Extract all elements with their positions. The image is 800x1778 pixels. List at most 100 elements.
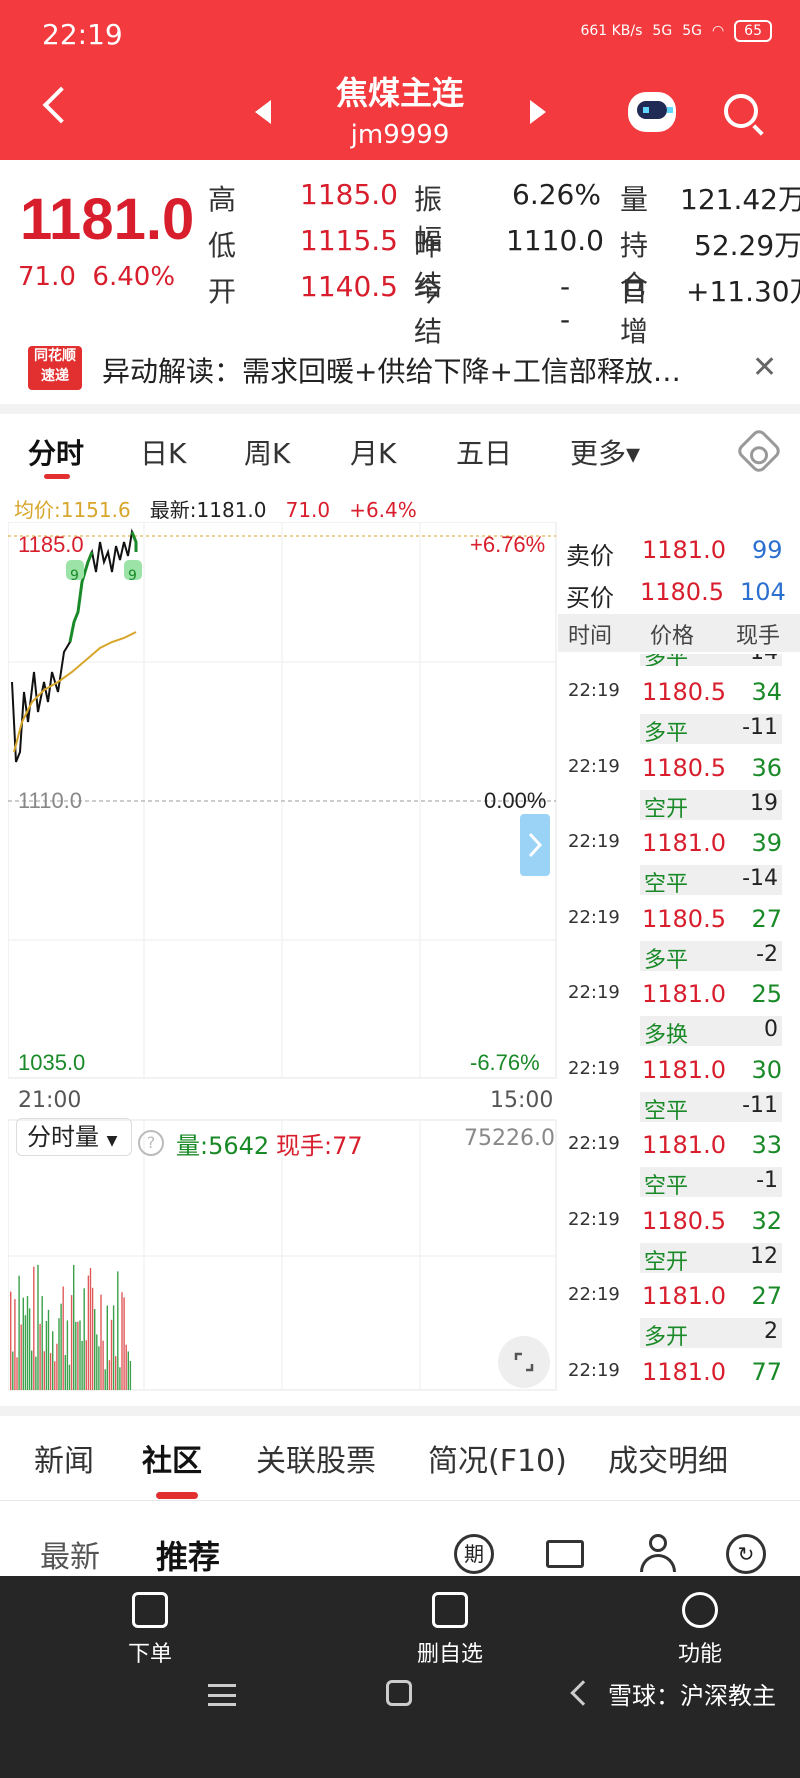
trade-row: 22:19 1181.0 77 xyxy=(558,1358,800,1428)
robot-assistant-icon[interactable] xyxy=(628,92,676,132)
ticker-text[interactable]: 异动解读：需求回暖+供给下降+工信部释放… xyxy=(102,350,722,390)
tab-f10[interactable]: 简况(F10) xyxy=(428,1436,567,1480)
battery-icon: 65 xyxy=(734,20,772,42)
volume-bar xyxy=(12,1351,14,1390)
latest-price: 最新:1181.0 xyxy=(149,498,267,522)
tab-five-day[interactable]: 五日 xyxy=(456,432,512,472)
bottom-tab-indicator xyxy=(156,1492,198,1499)
chart-high-pct: +6.76% xyxy=(470,532,546,557)
change-value: 71.0 xyxy=(18,262,76,292)
search-icon[interactable] xyxy=(724,94,758,128)
time-end: 15:00 xyxy=(490,1088,554,1113)
volume-bar xyxy=(58,1318,60,1390)
trade-type-box: 空平 -11 xyxy=(640,1091,782,1124)
volume-bar xyxy=(100,1294,102,1390)
trade-type: 空平 xyxy=(644,1174,689,1199)
trade-type-box: 空平 -1 xyxy=(640,1167,782,1199)
tab-indicator xyxy=(44,474,70,479)
menu-circle-icon xyxy=(682,1592,718,1628)
chart-mid-pct: 0.00% xyxy=(484,788,547,813)
nav-menu-icon[interactable] xyxy=(208,1684,236,1706)
tab-daily-k[interactable]: 日K xyxy=(140,432,186,472)
nav-home-icon[interactable] xyxy=(386,1680,412,1706)
period-icon[interactable]: 期 xyxy=(454,1534,494,1574)
tab-community[interactable]: 社区 xyxy=(142,1436,202,1480)
trade-time: 22:19 xyxy=(568,831,620,852)
expand-panel-button[interactable] xyxy=(520,814,550,876)
remove-favorite-label: 删自选 xyxy=(416,1642,483,1667)
trade-header-qty: 现手 xyxy=(736,624,781,649)
settings-icon[interactable] xyxy=(734,426,784,476)
low-value: 1115.5 xyxy=(300,224,398,257)
trade-qty: 25 xyxy=(751,980,782,1008)
trade-time: 22:19 xyxy=(568,982,620,1003)
volume-bar xyxy=(96,1334,98,1390)
volume-bar xyxy=(121,1292,123,1390)
expand-icon xyxy=(514,1352,534,1372)
price-line-green-seg2 xyxy=(130,531,138,552)
open-interest-value: 52.29万 xyxy=(694,229,800,262)
help-icon[interactable]: ? xyxy=(138,1130,164,1156)
volume-bar xyxy=(81,1340,83,1390)
tab-trade-detail[interactable]: 成交明细 xyxy=(608,1436,728,1480)
volume-bar xyxy=(79,1320,81,1390)
time-start: 21:00 xyxy=(18,1088,82,1113)
volume-value-label: 量:5642 xyxy=(176,1132,270,1160)
order-button[interactable]: 下单 xyxy=(90,1592,210,1668)
signal-5g-2: 5G xyxy=(682,23,702,39)
tab-intraday[interactable]: 分时 xyxy=(28,432,84,472)
tab-more[interactable]: 更多▾ xyxy=(570,432,640,472)
bid-price: 1180.5 xyxy=(640,578,724,606)
volume-title: 分时量 xyxy=(27,1123,99,1151)
trade-time: 22:19 xyxy=(568,906,620,928)
tab-related-stocks[interactable]: 关联股票 xyxy=(256,1436,376,1480)
volume-bar xyxy=(119,1367,121,1390)
volume-max: 75226.0 xyxy=(464,1126,555,1151)
volume-bar xyxy=(52,1331,54,1390)
trade-type: 空开 xyxy=(644,1249,689,1275)
trade-change: -11 xyxy=(742,1092,778,1118)
intraday-chart[interactable] xyxy=(8,522,558,1422)
volume-bar xyxy=(127,1351,129,1390)
volume-bar xyxy=(98,1346,100,1390)
trade-row: 22:19 1180.5 34 多平 -11 xyxy=(558,678,800,748)
trade-partial-row: 多平 -14 xyxy=(640,654,782,666)
tab-monthly-k[interactable]: 月K xyxy=(350,432,396,472)
volume-bar xyxy=(31,1350,33,1390)
refresh-icon[interactable]: ↻ xyxy=(726,1534,766,1574)
trade-type: 空平 xyxy=(644,1098,689,1124)
trade-header-price: 价格 xyxy=(650,624,695,649)
volume-bar xyxy=(112,1305,115,1390)
tab-weekly-k[interactable]: 周K xyxy=(244,432,290,472)
trade-qty: 27 xyxy=(751,904,782,933)
bid-label: 买价 xyxy=(566,584,614,612)
trade-type-box: 空开 12 xyxy=(640,1242,782,1275)
fullscreen-button[interactable] xyxy=(498,1336,550,1388)
high-value: 1185.0 xyxy=(300,178,398,211)
volume-bar xyxy=(35,1356,37,1390)
trade-type-box: 多换 0 xyxy=(640,1016,782,1048)
nav-back-icon[interactable] xyxy=(570,1680,596,1706)
price-change: 71.0 6.40% xyxy=(18,262,175,292)
trade-row: 22:19 1181.0 39 空平 -14 xyxy=(558,829,800,899)
volume-indicator-select[interactable]: 分时量 ▼ xyxy=(16,1118,132,1156)
tab-news[interactable]: 新闻 xyxy=(34,1436,94,1480)
functions-button[interactable]: 功能 xyxy=(640,1592,760,1668)
volume-bar xyxy=(18,1275,20,1390)
subtab-latest[interactable]: 最新 xyxy=(40,1532,100,1576)
trade-qty: 27 xyxy=(751,1282,782,1310)
trade-type-box: 空开 19 xyxy=(640,789,782,822)
next-contract-icon[interactable] xyxy=(530,100,546,124)
subtab-recommended[interactable]: 推荐 xyxy=(156,1532,220,1578)
close-icon[interactable]: ✕ xyxy=(752,350,777,385)
volume-bar xyxy=(75,1321,77,1390)
minus-square-icon xyxy=(432,1592,468,1628)
marker-9-right-label: 9 xyxy=(128,568,137,584)
mail-icon[interactable] xyxy=(546,1540,584,1568)
remove-favorite-button[interactable]: 删自选 xyxy=(390,1592,510,1668)
prev-settle-value: 1110.0 xyxy=(506,224,604,257)
trade-row: 22:19 1181.0 27 多开 2 xyxy=(558,1282,800,1352)
user-icon[interactable] xyxy=(640,1534,676,1574)
settle-value: -- xyxy=(560,270,571,336)
trade-change: -2 xyxy=(756,941,778,967)
